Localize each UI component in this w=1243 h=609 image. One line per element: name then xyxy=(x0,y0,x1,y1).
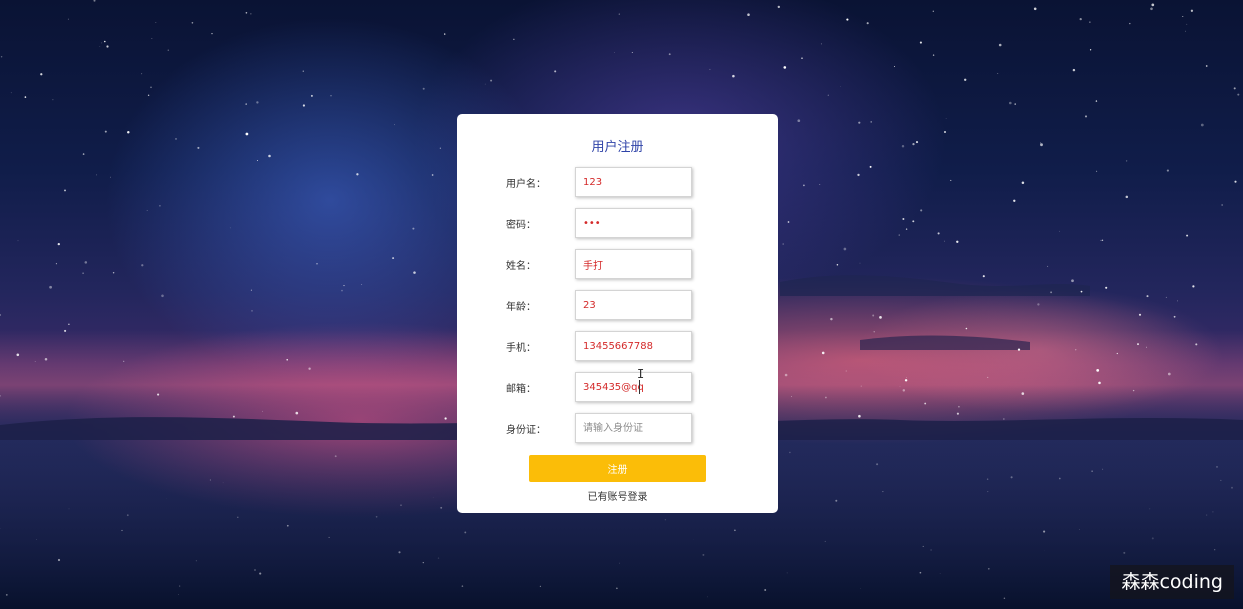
name-input[interactable] xyxy=(575,249,692,279)
email-input[interactable] xyxy=(575,372,692,402)
age-label: 年龄： xyxy=(506,302,536,313)
register-card: 用户注册 用户名： 密码： 姓名： 年龄： 手机： 邮箱： I 身份证： 注册 … xyxy=(457,114,778,513)
username-label: 用户名： xyxy=(506,179,546,190)
watermark: 森森coding xyxy=(1110,565,1234,599)
email-row: 邮箱： I xyxy=(457,368,778,402)
password-input[interactable] xyxy=(575,208,692,238)
page-title: 用户注册 xyxy=(591,140,644,155)
age-row: 年龄： xyxy=(457,290,778,320)
register-button[interactable]: 注册 xyxy=(529,455,706,482)
phone-label: 手机： xyxy=(506,343,536,354)
id-card-row: 身份证： xyxy=(457,413,778,443)
name-label: 姓名： xyxy=(506,261,536,272)
ibeam-cursor-icon: I xyxy=(637,367,645,381)
phone-input[interactable] xyxy=(575,331,692,361)
id-card-label: 身份证： xyxy=(506,425,546,436)
text-caret xyxy=(639,380,640,394)
email-label: 邮箱： xyxy=(506,384,536,395)
password-label: 密码： xyxy=(506,220,536,231)
phone-row: 手机： xyxy=(457,331,778,361)
username-input[interactable] xyxy=(575,167,692,197)
age-input[interactable] xyxy=(575,290,692,320)
name-row: 姓名： xyxy=(457,249,778,279)
id-card-input[interactable] xyxy=(575,413,692,443)
login-link[interactable]: 已有账号登录 xyxy=(457,488,778,503)
username-row: 用户名： xyxy=(457,167,778,197)
password-row: 密码： xyxy=(457,208,778,238)
